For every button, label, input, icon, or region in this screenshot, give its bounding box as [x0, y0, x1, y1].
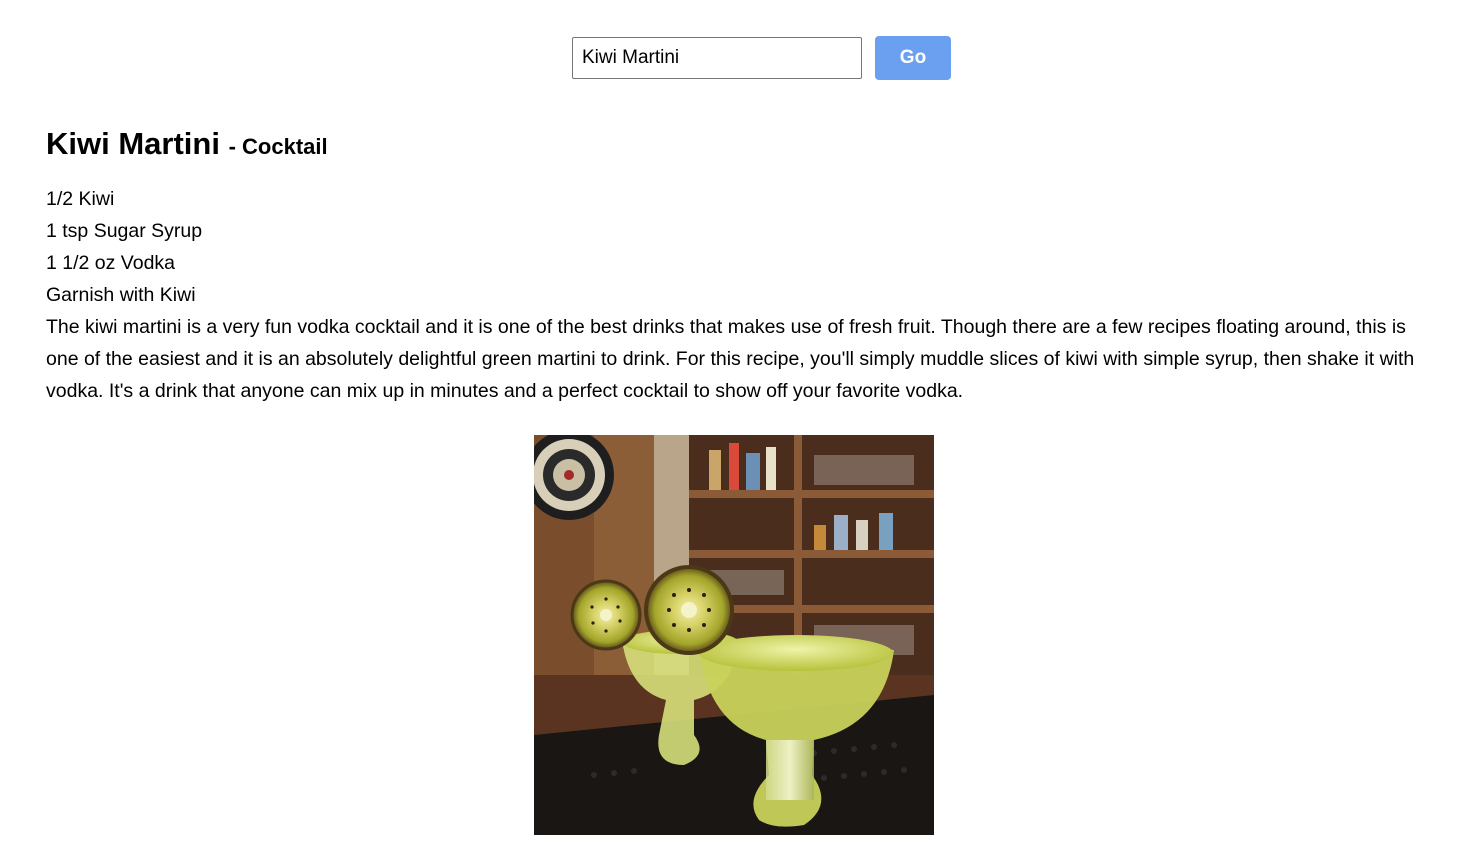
ingredient-list: 1/2 Kiwi 1 tsp Sugar Syrup 1 1/2 oz Vodk… — [46, 183, 1436, 279]
garnish-text: Garnish with Kiwi — [46, 284, 196, 306]
ingredient-item: 1 1/2 oz Vodka — [46, 252, 176, 274]
drink-name: Kiwi Martini — [46, 126, 220, 161]
drink-details: Kiwi Martini - Cocktail 1/2 Kiwi 1 tsp S… — [46, 122, 1436, 407]
search-bar: Go — [0, 36, 1480, 80]
ingredient-item: 1 tsp Sugar Syrup — [46, 220, 203, 242]
drink-title: Kiwi Martini - Cocktail — [46, 122, 1436, 169]
drink-category: - Cocktail — [228, 134, 328, 159]
drink-description: The kiwi martini is a very fun vodka coc… — [46, 316, 1415, 402]
drink-photo — [534, 435, 934, 835]
go-button[interactable]: Go — [875, 36, 951, 80]
search-input[interactable] — [572, 37, 862, 79]
ingredient-item: 1/2 Kiwi — [46, 188, 115, 210]
